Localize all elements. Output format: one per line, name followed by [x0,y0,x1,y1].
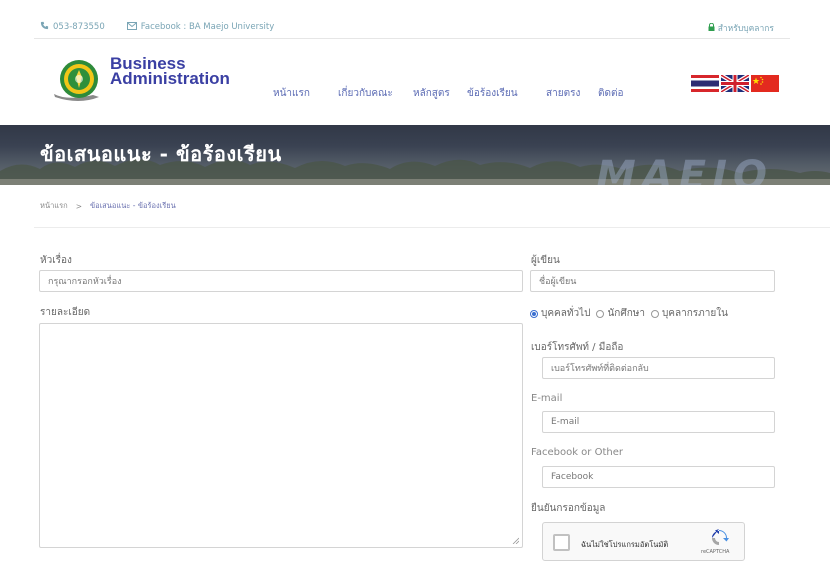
staff-link-label: สำหรับบุคลากร [717,24,774,34]
brand-line-2: Administration [110,69,230,88]
nav-item-home[interactable]: หน้าแรก [273,86,338,101]
banner-watermark: MAEJO [596,153,773,185]
subject-label: หัวเรื่อง [40,255,72,266]
breadcrumb-home[interactable]: หน้าแรก [40,200,68,212]
thai-flag-icon[interactable] [691,75,719,92]
nav-item-courses[interactable]: หลักสูตร [413,86,467,101]
recaptcha-brand: reCAPTCHA [701,549,730,555]
phone-label: เบอร์โทรศัพท์ / มือถือ [531,342,624,353]
contact-info: 053-873550 Facebook : BA Maejo Universit… [40,21,274,33]
page-title: ข้อเสนอแนะ - ข้อร้องเรียน [40,142,282,166]
email-label: E-mail [531,393,563,404]
detail-textarea[interactable] [39,323,523,548]
radio-unselected-icon [650,309,659,318]
radio-selected-icon [530,309,538,318]
mail-icon [126,21,137,33]
radio-student[interactable]: นักศึกษา [596,306,645,321]
email-input[interactable]: E-mail [542,411,775,433]
user-type-radio-group: บุคคลทั่วไป นักศึกษา บุคลากรภายใน [530,306,728,321]
radio-label: บุคคลทั่วไป [541,308,591,319]
author-label: ผู้เขียน [531,255,560,266]
recaptcha-checkbox[interactable] [553,534,570,551]
radio-general-public[interactable]: บุคคลทั่วไป [530,306,590,321]
page-banner: MAEJO ข้อเสนอแนะ - ข้อร้องเรียน [0,125,830,185]
brand-name[interactable]: Business Administration [110,55,230,88]
radio-unselected-icon [596,309,605,318]
recaptcha-logo-icon [712,529,729,545]
top-bar: 053-873550 Facebook : BA Maejo Universit… [0,0,830,34]
facebook-input[interactable]: Facebook [542,466,775,488]
detail-label: รายละเอียด [40,307,91,318]
facebook-link[interactable]: Facebook : BA Maejo University [141,22,274,32]
divider [34,227,830,228]
facebook-label: Facebook or Other [531,447,623,458]
recaptcha-text: ฉันไม่ใช่โปรแกรมอัตโนมัติ [581,540,669,549]
lock-icon [708,22,715,34]
breadcrumb-current: ข้อเสนอแนะ - ข้อร้องเรียน [89,201,176,210]
radio-label: บุคลากรภายใน [661,308,728,319]
faculty-logo[interactable] [49,57,113,103]
breadcrumb: หน้าแรก > ข้อเสนอแนะ - ข้อร้องเรียน [40,200,176,212]
nav-item-direct-line[interactable]: สายตรง [546,86,598,101]
nav-item-complaints[interactable]: ข้อร้องเรียน [467,86,546,101]
phone-number[interactable]: 053-873550 [53,22,105,32]
china-flag-icon[interactable] [751,75,779,92]
resize-handle-icon[interactable] [512,537,519,544]
staff-link[interactable]: สำหรับบุคลากร [708,21,774,35]
nav-item-about[interactable]: เกี่ยวกับคณะ [338,86,413,101]
language-switcher [691,75,779,92]
radio-internal-staff[interactable]: บุคลากรภายใน [650,306,728,321]
uk-flag-icon[interactable] [721,75,749,92]
breadcrumb-separator: > [75,201,82,211]
confirm-label: ยืนยันกรอกข้อมูล [531,503,606,514]
phone-icon [40,21,49,33]
phone-input[interactable]: เบอร์โทรศัพท์ที่ติดต่อกลับ [542,357,775,379]
main-nav: หน้าแรก เกี่ยวกับคณะ หลักสูตร ข้อร้องเรี… [273,86,638,101]
radio-label: นักศึกษา [607,308,645,319]
divider [34,38,790,39]
author-input[interactable]: ชื่อผู้เขียน [530,270,775,292]
recaptcha-widget: ฉันไม่ใช่โปรแกรมอัตโนมัติ reCAPTCHA [542,522,745,561]
subject-input[interactable]: กรุณากรอกหัวเรื่อง [39,270,523,292]
nav-item-contact[interactable]: ติดต่อ [598,86,638,101]
